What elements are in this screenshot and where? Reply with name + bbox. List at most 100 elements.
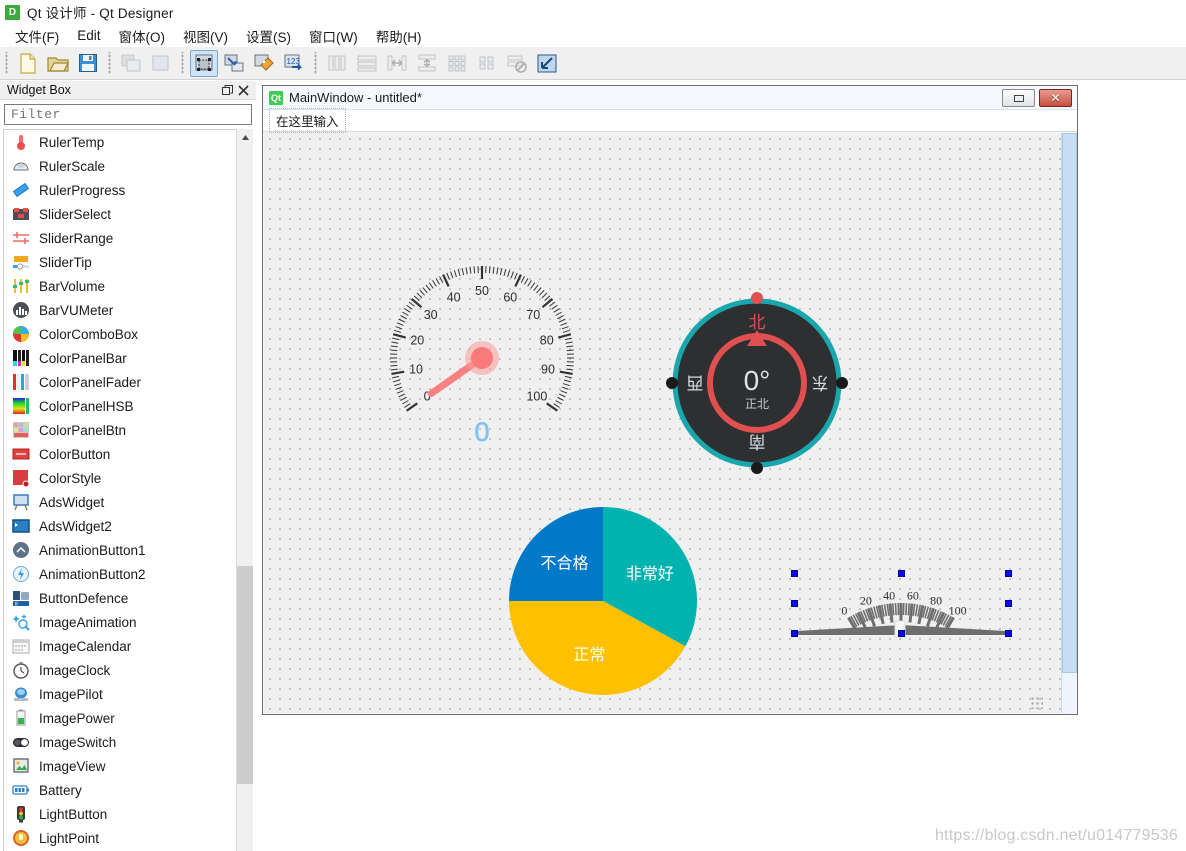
qt-logo-icon: Qt bbox=[269, 90, 283, 105]
layout-in-grid-icon bbox=[448, 55, 466, 72]
widget-item-colorbutton[interactable]: ColorButton bbox=[4, 442, 238, 466]
selection-handle-mr[interactable] bbox=[1005, 600, 1012, 607]
menu-placeholder[interactable]: 在这里输入 bbox=[269, 108, 346, 133]
widget-item-adswidget2[interactable]: AdsWidget2 bbox=[4, 514, 238, 538]
widget-item-adswidget[interactable]: AdsWidget bbox=[4, 490, 238, 514]
widget-item-imagepower[interactable]: ImagePower bbox=[4, 706, 238, 730]
toolbar-grip-4[interactable] bbox=[313, 52, 320, 74]
selection-handle-br[interactable] bbox=[1005, 630, 1012, 637]
widget-item-sliderrange[interactable]: SliderRange bbox=[4, 226, 238, 250]
menu-settings[interactable]: 设置(S) bbox=[237, 24, 300, 48]
widget-item-label: RulerProgress bbox=[39, 182, 126, 198]
form-vertical-scrollbar[interactable] bbox=[1061, 133, 1077, 713]
widget-item-animationbutton1[interactable]: AnimationButton1 bbox=[4, 538, 238, 562]
selection-handle-ml[interactable] bbox=[791, 600, 798, 607]
widget-item-imagepilot[interactable]: ImagePilot bbox=[4, 682, 238, 706]
redo-button[interactable] bbox=[147, 50, 175, 77]
widget-item-slidertip[interactable]: SliderTip bbox=[4, 250, 238, 274]
widget-item-colorstyle[interactable]: ColorStyle bbox=[4, 466, 238, 490]
undo-button[interactable] bbox=[117, 50, 145, 77]
compass-north-label: 北 bbox=[749, 313, 766, 333]
menu-edit[interactable]: Edit bbox=[68, 26, 109, 45]
close-button[interactable]: ✕ bbox=[1039, 88, 1072, 107]
menu-view[interactable]: 视图(V) bbox=[174, 24, 237, 48]
filter-input[interactable] bbox=[9, 106, 247, 123]
ruler-temp-icon bbox=[11, 132, 31, 152]
ruler-tick-80: 80 bbox=[930, 594, 942, 608]
selection-handle-tl[interactable] bbox=[791, 570, 798, 577]
layout-in-splitter-vertical-button[interactable] bbox=[413, 50, 441, 77]
selection-handle-bl[interactable] bbox=[791, 630, 798, 637]
compass-direction-label: 正北 bbox=[745, 397, 769, 411]
widget-list-scrollbar[interactable] bbox=[236, 129, 253, 851]
layout-vertically-button[interactable] bbox=[353, 50, 381, 77]
widget-item-imageview[interactable]: ImageView bbox=[4, 754, 238, 778]
widget-item-colorcombobox[interactable]: ColorComboBox bbox=[4, 322, 238, 346]
edit-buddies-button[interactable] bbox=[250, 50, 278, 77]
widget-item-colorpanelbtn[interactable]: ColorPanelBtn bbox=[4, 418, 238, 442]
open-file-button[interactable] bbox=[44, 50, 72, 77]
widget-item-barvumeter[interactable]: BarVUMeter bbox=[4, 298, 238, 322]
selection-handle-tr[interactable] bbox=[1005, 570, 1012, 577]
widget-item-lightbutton[interactable]: LightButton bbox=[4, 802, 238, 826]
widget-item-imageswitch[interactable]: ImageSwitch bbox=[4, 730, 238, 754]
menu-file[interactable]: 文件(F) bbox=[6, 24, 68, 48]
menu-help[interactable]: 帮助(H) bbox=[367, 24, 431, 48]
minimize-button[interactable] bbox=[1002, 88, 1035, 107]
selection-handle-tc[interactable] bbox=[898, 570, 905, 577]
save-file-button[interactable] bbox=[74, 50, 102, 77]
widget-item-buttondefence[interactable]: 8 ButtonDefence bbox=[4, 586, 238, 610]
selection-handle-bc[interactable] bbox=[898, 630, 905, 637]
layout-in-form-icon bbox=[479, 56, 494, 70]
menu-window[interactable]: 窗口(W) bbox=[300, 24, 367, 48]
pie-chart-widget[interactable]: 非常好 正常 不合格 bbox=[492, 498, 714, 708]
layout-in-form-button[interactable] bbox=[473, 50, 501, 77]
widget-item-colorpanelhsb[interactable]: ColorPanelHSB bbox=[4, 394, 238, 418]
widget-item-imageclock[interactable]: ImageClock bbox=[4, 658, 238, 682]
widget-item-label: ColorStyle bbox=[39, 470, 102, 486]
scrollbar-thumb[interactable] bbox=[237, 566, 253, 784]
filter-field[interactable] bbox=[4, 104, 252, 125]
layout-in-grid-button[interactable] bbox=[443, 50, 471, 77]
layout-in-splitter-horizontal-icon bbox=[387, 55, 407, 71]
menu-form[interactable]: 窗体(O) bbox=[110, 24, 175, 48]
widget-item-rulerprogress[interactable]: RulerProgress bbox=[4, 178, 238, 202]
widget-item-label: ButtonDefence bbox=[39, 590, 129, 606]
toolbar-grip-3[interactable] bbox=[180, 52, 187, 74]
widget-item-imageanimation[interactable]: ImageAnimation bbox=[4, 610, 238, 634]
float-icon[interactable] bbox=[219, 83, 235, 98]
widget-item-sliderselect[interactable]: SliderSelect bbox=[4, 202, 238, 226]
widget-item-rulerscale[interactable]: RulerScale bbox=[4, 154, 238, 178]
gauge-tick-80: 80 bbox=[540, 334, 554, 348]
widget-item-label: ColorButton bbox=[39, 446, 111, 462]
form-canvas[interactable]: 0 10 20 30 40 50 60 70 80 90 100 0 北 南 西… bbox=[264, 133, 1061, 713]
compass-widget[interactable]: 北 南 西 东 0° 正北 bbox=[662, 288, 852, 478]
widget-item-colorpanelfader[interactable]: ColorPanelFader bbox=[4, 370, 238, 394]
widget-item-animationbutton2[interactable]: AnimationButton2 bbox=[4, 562, 238, 586]
break-layout-button[interactable] bbox=[503, 50, 531, 77]
scroll-up-icon[interactable] bbox=[237, 129, 253, 146]
widget-item-battery[interactable]: Battery bbox=[4, 778, 238, 802]
toolbar-grip-2[interactable] bbox=[107, 52, 114, 74]
layout-horizontally-button[interactable] bbox=[323, 50, 351, 77]
edit-signals-slots-button[interactable] bbox=[220, 50, 248, 77]
widget-item-rulertemp[interactable]: RulerTemp bbox=[4, 130, 238, 154]
form-title-bar[interactable]: Qt MainWindow - untitled* ✕ bbox=[263, 86, 1077, 110]
widget-item-label: ImageView bbox=[39, 758, 106, 774]
widget-item-lightpoint[interactable]: LightPoint bbox=[4, 826, 238, 850]
widget-item-colorpanelbar[interactable]: ColorPanelBar bbox=[4, 346, 238, 370]
widget-item-barvolume[interactable]: BarVolume bbox=[4, 274, 238, 298]
form-size-grip[interactable] bbox=[1030, 696, 1043, 709]
close-icon[interactable] bbox=[235, 83, 251, 98]
form-scrollbar-thumb[interactable] bbox=[1062, 133, 1077, 673]
adjust-size-button[interactable] bbox=[533, 50, 561, 77]
gauge-widget[interactable]: 0 10 20 30 40 50 60 70 80 90 100 0 bbox=[382, 258, 582, 453]
widget-item-imagecalendar[interactable]: ImageCalendar bbox=[4, 634, 238, 658]
edit-tab-order-button[interactable]: 123 bbox=[280, 50, 308, 77]
ruler-scale-widget[interactable]: 0 20 40 60 80 100 bbox=[791, 570, 1012, 643]
color-button-icon bbox=[11, 444, 31, 464]
toolbar-grip[interactable] bbox=[4, 52, 11, 74]
edit-widgets-button[interactable] bbox=[190, 49, 218, 77]
layout-in-splitter-horizontal-button[interactable] bbox=[383, 50, 411, 77]
new-file-button[interactable] bbox=[14, 50, 42, 77]
